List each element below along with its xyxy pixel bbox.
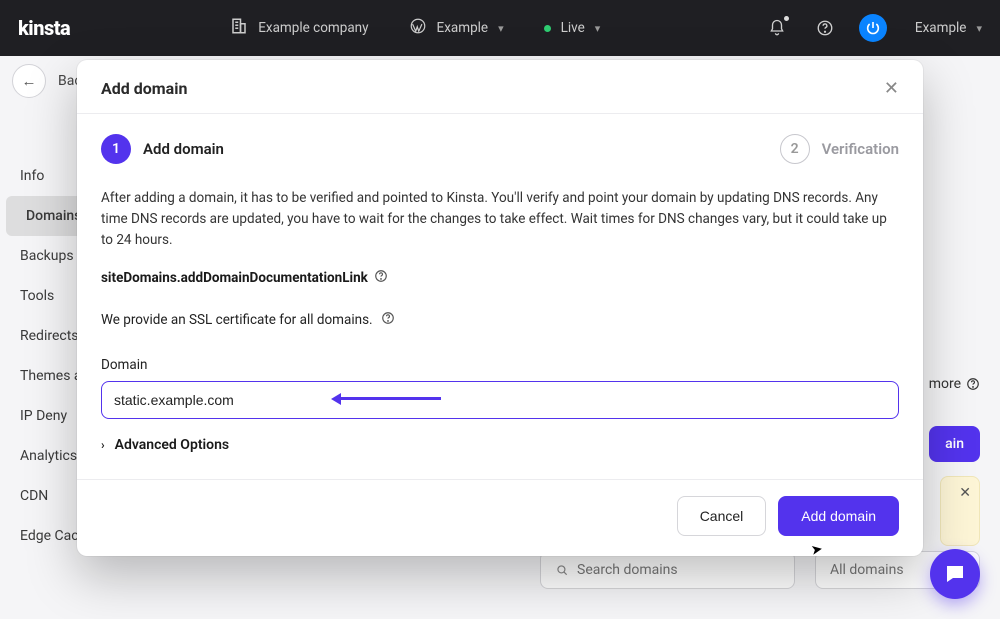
power-icon — [865, 20, 881, 36]
help-button[interactable] — [811, 14, 839, 42]
cursor-icon: ➤ — [810, 541, 824, 559]
company-selector[interactable]: Example company — [230, 17, 368, 39]
chat-launcher[interactable] — [930, 549, 980, 599]
live-dot-icon — [544, 25, 551, 32]
add-domain-submit-button[interactable]: Add domain — [778, 496, 899, 536]
topbar: kinsta Example company Example ▾ Live ▾ … — [0, 0, 1000, 56]
advanced-options-toggle[interactable]: › Advanced Options — [101, 419, 899, 465]
notification-dot — [784, 16, 789, 21]
back-arrow-icon[interactable]: ← — [12, 64, 46, 98]
annotation-arrow — [331, 393, 441, 405]
step-1-label: Add domain — [143, 140, 224, 158]
warning-card: ✕ — [940, 476, 980, 546]
user-menu[interactable]: Example ▾ — [915, 20, 982, 36]
company-name: Example company — [258, 20, 368, 36]
brand-logo: kinsta — [18, 16, 70, 40]
ssl-text: We provide an SSL certificate for all do… — [101, 312, 373, 328]
help-icon — [816, 19, 834, 37]
add-domain-button-bg[interactable]: ain — [929, 426, 980, 462]
env-label: Live — [561, 20, 585, 36]
user-name: Example — [915, 20, 967, 36]
building-icon — [230, 17, 248, 39]
chevron-down-icon: ▾ — [498, 22, 504, 35]
modal-overlay: Add domain ✕ 1 Add domain 2 Verification… — [0, 0, 1000, 619]
close-icon[interactable]: ✕ — [959, 485, 971, 501]
help-icon — [374, 269, 388, 287]
step-1: 1 Add domain — [101, 134, 224, 164]
domain-field-label: Domain — [101, 357, 899, 373]
chevron-down-icon: ▾ — [595, 22, 601, 35]
more-label: more — [929, 376, 961, 392]
step-2-label: Verification — [822, 140, 899, 158]
chat-icon — [943, 562, 967, 586]
chevron-right-icon: › — [101, 438, 105, 452]
step-2-number: 2 — [780, 134, 810, 164]
search-icon — [555, 563, 569, 577]
search-placeholder: Search domains — [577, 562, 678, 578]
notifications-button[interactable] — [763, 14, 791, 42]
add-domain-modal: Add domain ✕ 1 Add domain 2 Verification… — [77, 60, 923, 556]
help-icon[interactable] — [381, 311, 395, 329]
learn-more-link[interactable]: more — [929, 376, 980, 392]
help-icon — [966, 377, 980, 391]
documentation-link[interactable]: siteDomains.addDomainDocumentationLink — [101, 269, 899, 287]
env-selector[interactable]: Live ▾ — [544, 20, 601, 36]
site-selector[interactable]: Example ▾ — [409, 17, 504, 39]
modal-title: Add domain — [101, 79, 187, 98]
stepper: 1 Add domain 2 Verification — [101, 134, 899, 164]
user-avatar[interactable] — [859, 14, 887, 42]
step-1-number: 1 — [101, 134, 131, 164]
ssl-note: We provide an SSL certificate for all do… — [101, 311, 899, 329]
close-icon[interactable]: ✕ — [884, 78, 899, 99]
site-name: Example — [437, 20, 489, 36]
advanced-options-label: Advanced Options — [115, 437, 229, 453]
step-2: 2 Verification — [780, 134, 899, 164]
bell-icon — [768, 19, 786, 37]
wordpress-icon — [409, 17, 427, 39]
select-value: All domains — [830, 562, 904, 578]
domain-input[interactable] — [101, 381, 899, 419]
doc-link-text: siteDomains.addDomainDocumentationLink — [101, 270, 368, 286]
search-domains-input[interactable]: Search domains — [540, 551, 795, 589]
cancel-button[interactable]: Cancel — [677, 496, 767, 536]
modal-description: After adding a domain, it has to be veri… — [101, 188, 899, 251]
chevron-down-icon: ▾ — [976, 22, 982, 35]
